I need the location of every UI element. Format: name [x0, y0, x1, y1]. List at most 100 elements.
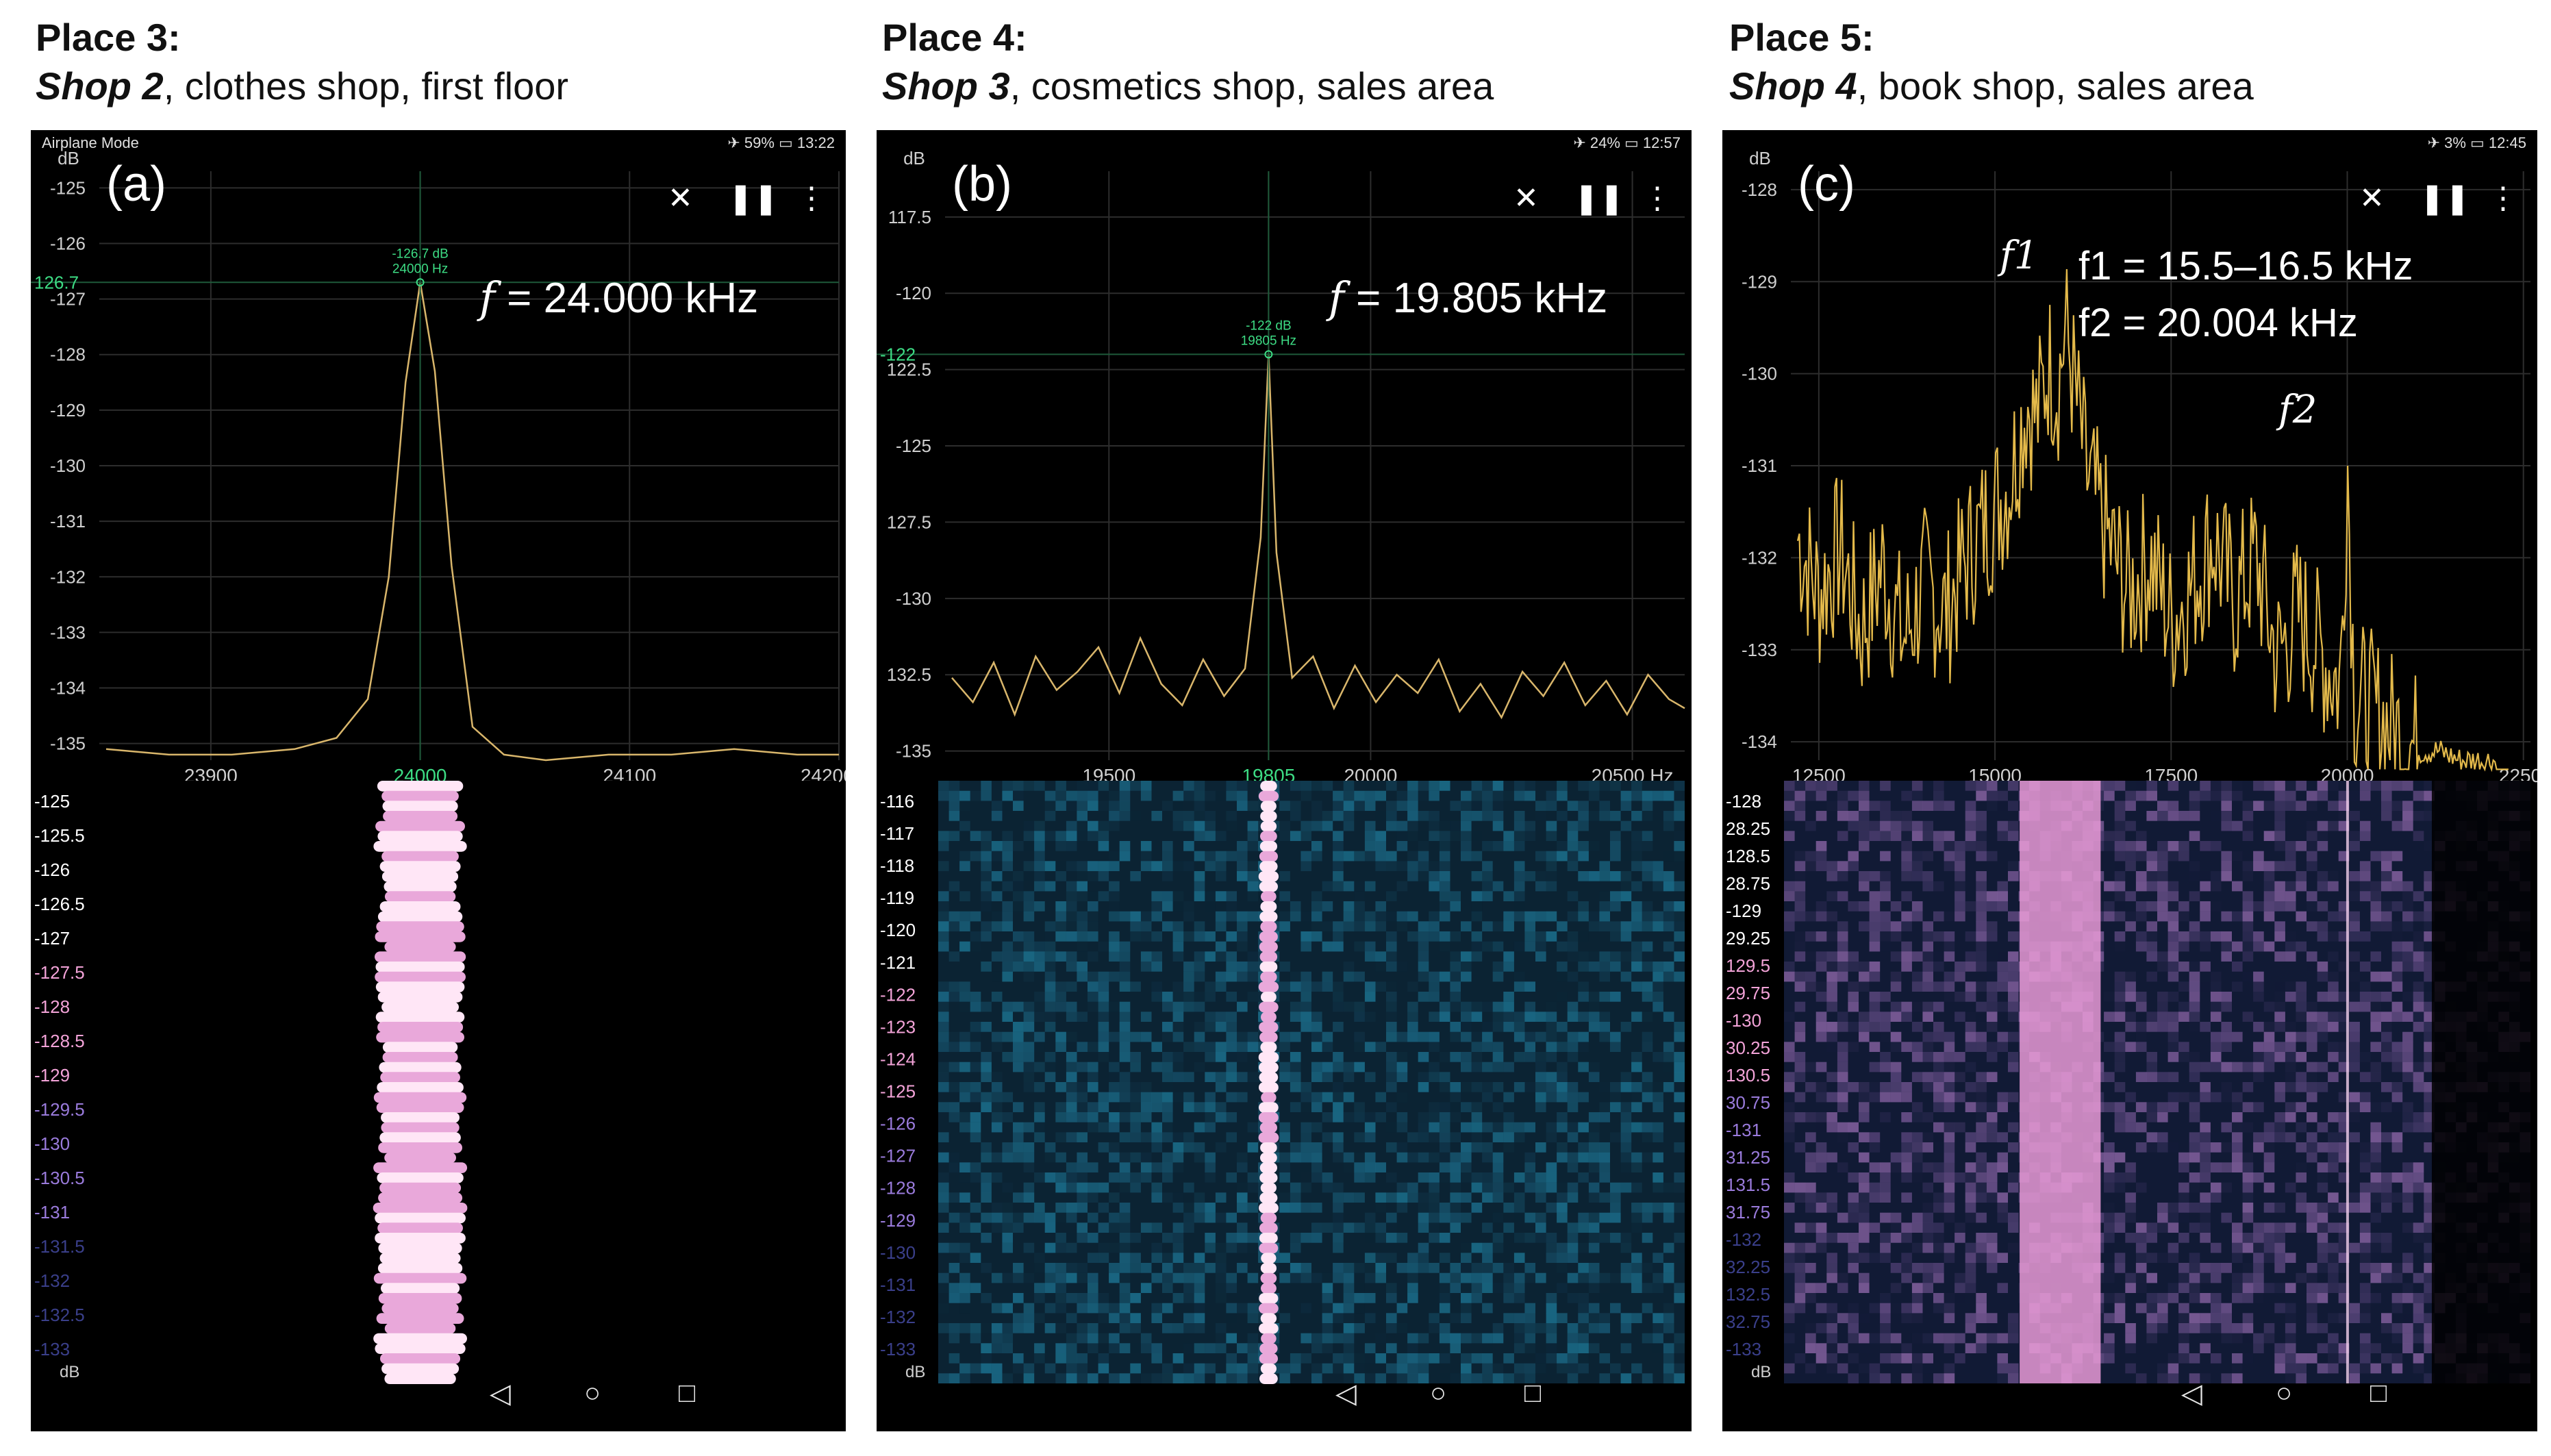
spectrogram-cell [1482, 1253, 1493, 1263]
spectrogram-cell [1044, 992, 1056, 1002]
spectrogram-cell [1119, 951, 1131, 962]
spectrogram-cell [1837, 1283, 1848, 1293]
spectrogram-cell [1965, 811, 1976, 821]
spectrogram-cell [1333, 981, 1344, 992]
spectrogram-cell [1599, 811, 1610, 821]
spectrogram-cell [1997, 781, 2008, 791]
spectrogram-cell [1869, 1092, 1881, 1103]
spectrogram-cell [2274, 1343, 2285, 1353]
spectrogram-cell [1524, 1152, 1535, 1163]
spectrogram-cell [2115, 861, 2126, 871]
spectrogram-cell [1162, 1102, 1173, 1112]
spectrogram-cell [1109, 1303, 1120, 1314]
close-icon[interactable]: ✕ [1513, 184, 1539, 214]
spectrogram-cell [1066, 861, 1077, 871]
spectrogram-cell [1578, 901, 1589, 912]
spectrogram-cell [1567, 1152, 1579, 1163]
spectrogram-cell [2242, 1152, 2254, 1163]
spectrogram-cell [1151, 1242, 1162, 1253]
spectrogram-cell [1976, 901, 1987, 912]
spectrogram-cell [1140, 1152, 1152, 1163]
spectrogram-cell [1429, 1042, 1440, 1052]
spectrogram-cell [1226, 1022, 1237, 1032]
recents-icon[interactable]: □ [1524, 1378, 1541, 1409]
spectrogram-cell [1461, 1243, 1472, 1253]
pause-icon[interactable]: ❚❚ [1574, 184, 1624, 214]
spectrogram-cell [1663, 971, 1674, 982]
spectrogram-cell [1418, 1203, 1429, 1213]
spectrogram-cell [2210, 1162, 2222, 1172]
spectrogram-cell [2253, 851, 2264, 862]
spectrogram-cell [1354, 1012, 1365, 1022]
spectrogram-cell [1396, 861, 1408, 871]
spectrogram-cell [1588, 1242, 1600, 1253]
spectrogram-cell [1492, 1022, 1504, 1032]
spectrogram-cell [1333, 831, 1344, 841]
spectrogram-cell [1631, 861, 1642, 871]
spectrogram-cell [1631, 981, 1642, 992]
spectrogram-track [1260, 1152, 1277, 1164]
level-label: -119 [880, 888, 914, 908]
spectrogram-cell [948, 1042, 960, 1052]
pause-icon[interactable]: ❚❚ [728, 184, 779, 214]
spectrogram-cell [1290, 901, 1301, 912]
spectrogram-cell [1375, 781, 1386, 791]
spectrogram-cell [1976, 1303, 1987, 1314]
spectrogram-cell [1869, 871, 1881, 881]
spectrogram-cell [1986, 1012, 1998, 1022]
spectrogram-cell [1976, 851, 1987, 862]
spectrogram-cell [1130, 931, 1141, 942]
spectrogram-cell [1386, 1072, 1397, 1082]
spectrogram-cell [1997, 1333, 2008, 1344]
more-vert-icon[interactable]: ⋮ [796, 184, 827, 214]
spectrogram-cell [1386, 851, 1397, 862]
spectrogram-cell [1784, 1102, 1795, 1112]
spectrogram-cell [1407, 820, 1418, 831]
close-icon[interactable]: ✕ [668, 184, 693, 214]
spectrogram-cell [2157, 1072, 2168, 1082]
spectrogram-cell [1944, 1203, 1955, 1213]
spectrogram-cell [1364, 831, 1376, 841]
spectrogram-cell [1642, 921, 1653, 931]
back-icon[interactable]: ◁ [490, 1378, 511, 1409]
spectrogram-cell [1077, 921, 1088, 931]
spectrogram-cell [2178, 1272, 2189, 1283]
spectrogram-cell [1578, 1323, 1589, 1333]
spectrogram-cell [1642, 1042, 1653, 1052]
home-icon[interactable]: ○ [1430, 1378, 1446, 1409]
spectrogram-cell [2413, 941, 2424, 952]
spectrogram-cell [1023, 962, 1035, 972]
recents-icon[interactable]: □ [679, 1378, 695, 1409]
spectrogram-cell [1183, 992, 1194, 1002]
spectrogram-cell [2402, 801, 2413, 811]
spectrogram-cell [2210, 881, 2222, 892]
spectrogram-cell [1279, 871, 1290, 881]
spectrogram-cell [1151, 1343, 1162, 1353]
spectrogram-cell [2402, 1042, 2413, 1052]
back-icon[interactable]: ◁ [1335, 1378, 1357, 1409]
spectrogram-cell [1162, 1112, 1173, 1122]
spectrogram-cell [2317, 841, 2328, 851]
spectrogram-cell [1911, 1263, 1923, 1273]
spectrogram-cell [2211, 901, 2222, 912]
spectrogram-cell [1805, 820, 1816, 831]
spectrogram-cell [1044, 921, 1056, 931]
more-vert-icon[interactable]: ⋮ [1642, 184, 1672, 214]
spectrogram-cell [938, 1333, 949, 1344]
spectrogram-cell [1077, 891, 1088, 901]
spectrogram-cell [1933, 1042, 1944, 1052]
spectrogram-cell [2157, 1022, 2168, 1032]
spectrogram-cell [970, 1333, 981, 1344]
spectrogram-cell [1364, 820, 1376, 831]
spectrogram-cell [1364, 1012, 1376, 1022]
spectrogram-cell [1642, 841, 1653, 851]
spectrogram-cell [1513, 1192, 1525, 1203]
spectrogram-cell [2125, 1203, 2136, 1213]
home-icon[interactable]: ○ [584, 1378, 601, 1409]
spectrogram-cell [1226, 1283, 1237, 1293]
spectrogram-cell [2296, 1172, 2307, 1183]
spectrogram-cell [2317, 1242, 2328, 1253]
spectrogram-cell [1418, 831, 1429, 841]
spectrogram-cell [1077, 931, 1088, 942]
spectrogram-cell [1002, 1333, 1013, 1344]
